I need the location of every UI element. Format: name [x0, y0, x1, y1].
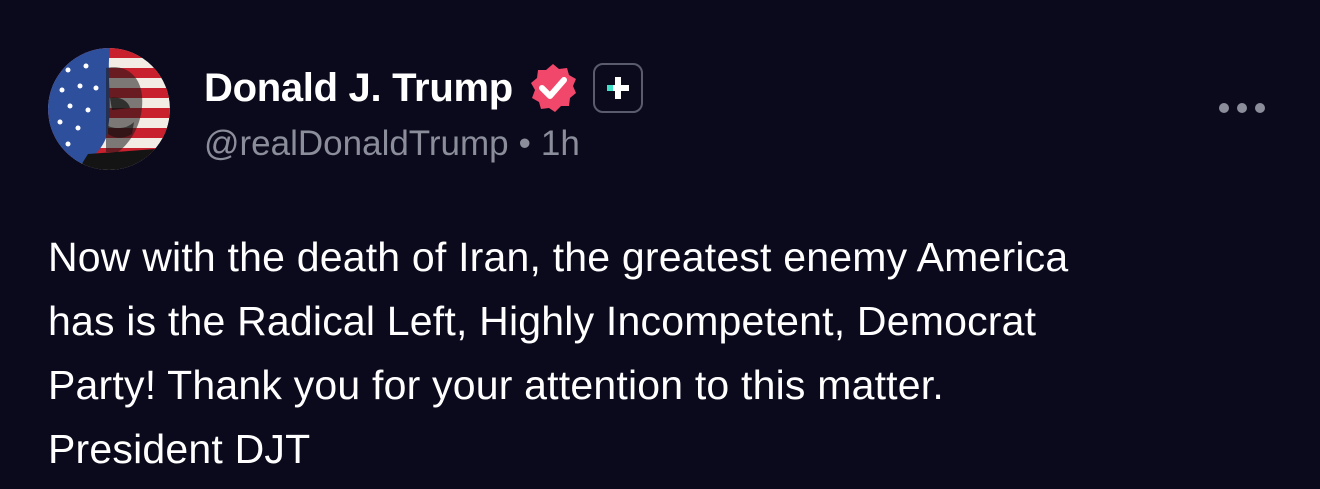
post-body: Now with the death of Iran, the greatest… — [48, 225, 1288, 481]
author-avatar[interactable] — [48, 48, 170, 170]
plus-icon — [606, 77, 629, 99]
more-options-icon[interactable] — [1212, 92, 1272, 124]
meta-separator: • — [518, 124, 531, 163]
author-handle[interactable]: @realDonaldTrump — [204, 124, 509, 163]
post-body-line: Now with the death of Iran, the greatest… — [48, 234, 1069, 280]
author-display-name[interactable]: Donald J. Trump — [204, 66, 513, 111]
post-body-line: Party! Thank you for your attention to t… — [48, 362, 944, 408]
post-timestamp[interactable]: 1h — [541, 124, 580, 163]
author-meta-row: @realDonaldTrump • 1h — [204, 124, 580, 164]
avatar-image — [48, 48, 170, 170]
post-body-line: President DJT — [48, 426, 311, 472]
verified-badge-icon — [530, 64, 576, 112]
author-name-row: Donald J. Trump — [204, 60, 643, 116]
plus-badge-icon[interactable] — [592, 63, 643, 113]
post-card: Donald J. Trump @realDonaldTrump • 1h Now … — [0, 0, 1320, 489]
post-body-line: has is the Radical Left, Highly Incompet… — [48, 298, 1037, 344]
